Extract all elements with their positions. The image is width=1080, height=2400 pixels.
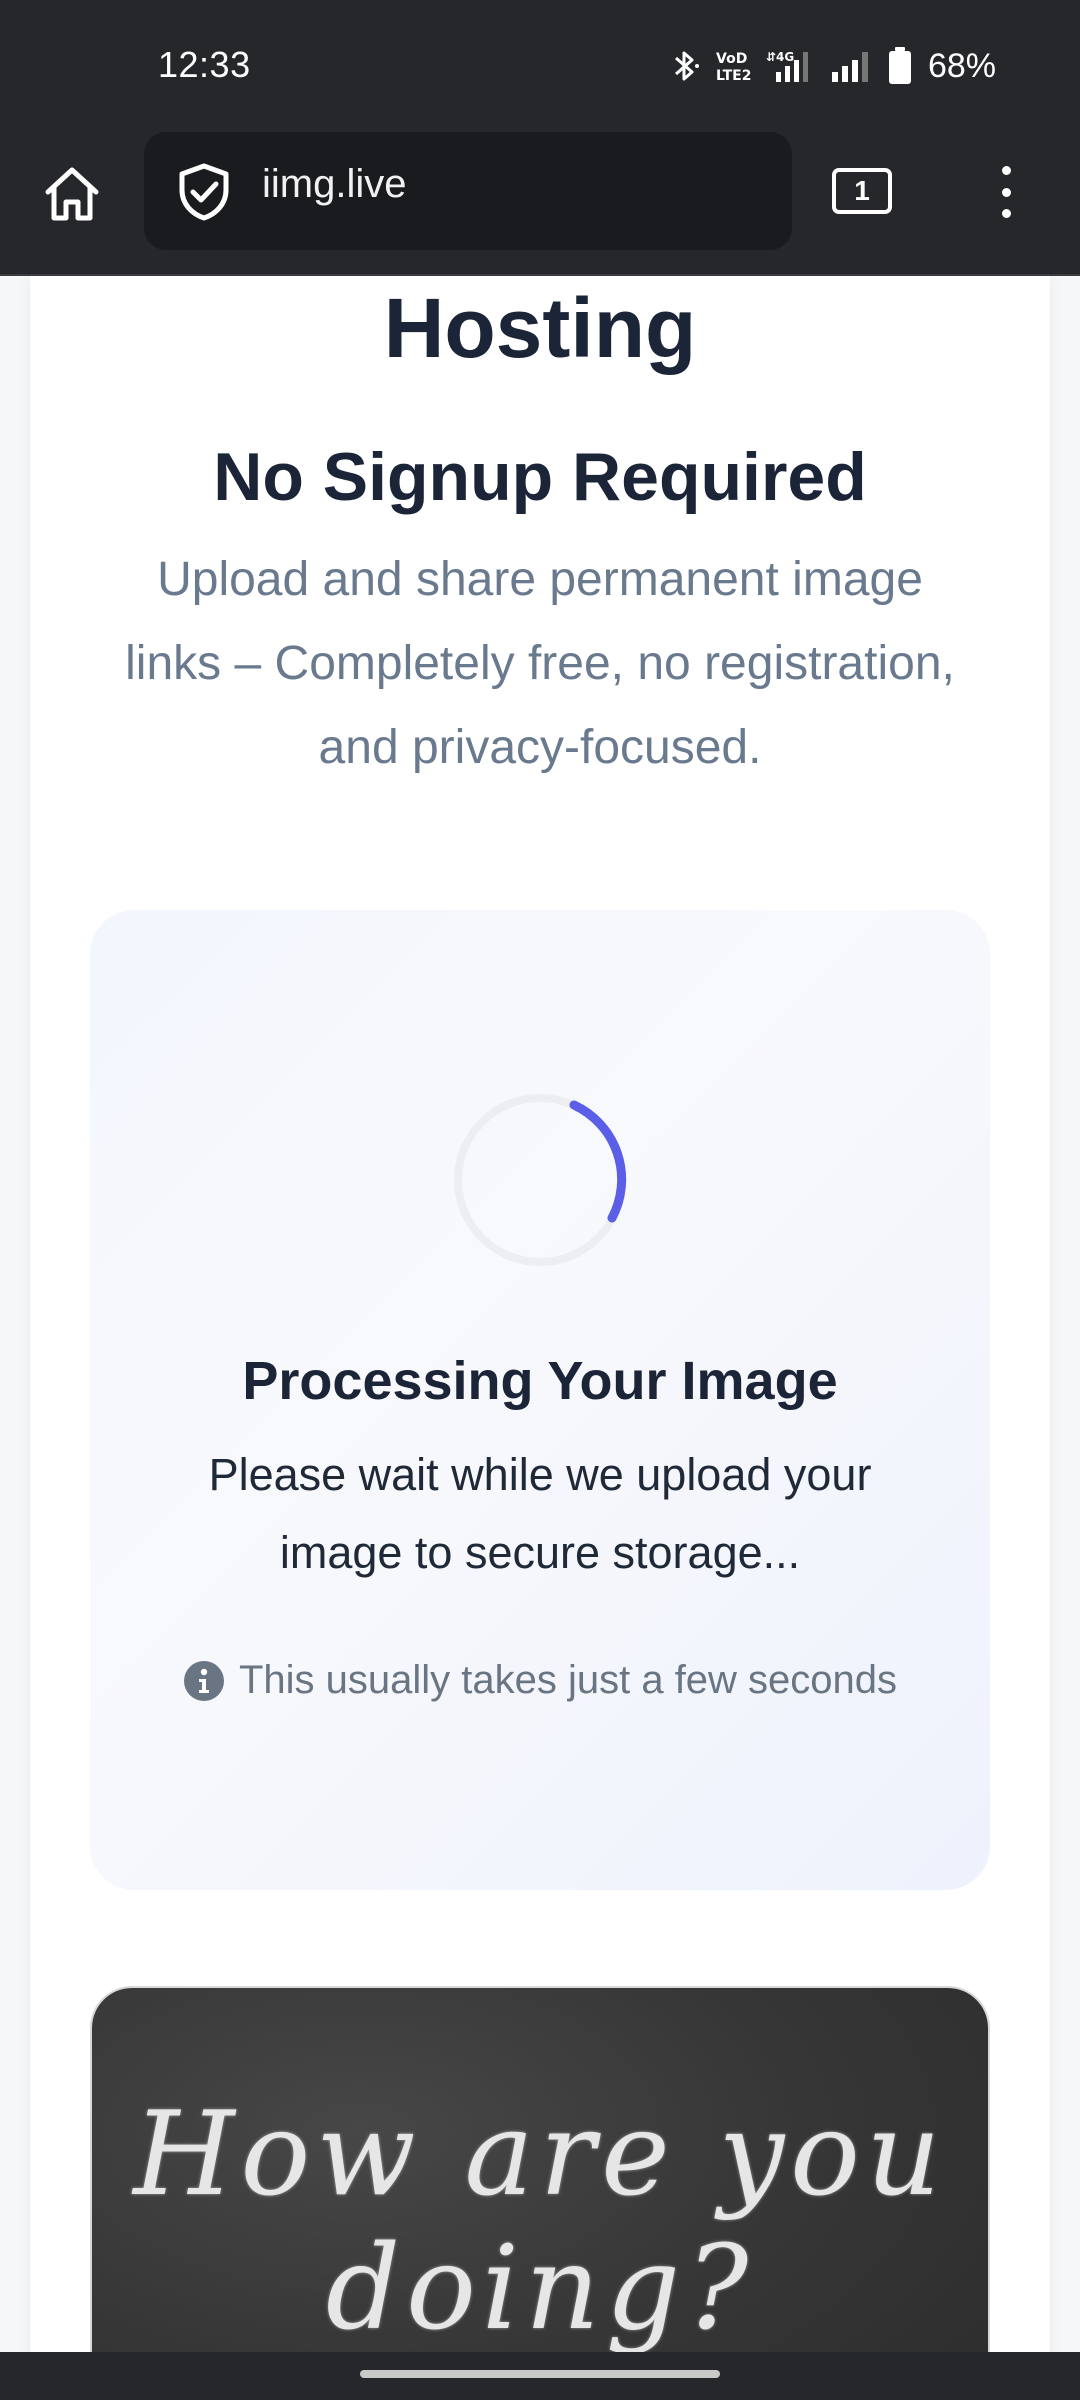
loading-spinner-icon [454, 1094, 627, 1266]
more-vert-icon[interactable] [986, 162, 1026, 222]
bluetooth-icon [670, 48, 700, 84]
web-content: Hosting No Signup Required Upload and sh… [0, 276, 1080, 2352]
address-bar[interactable]: iimg.live [144, 132, 792, 250]
url-text[interactable]: iimg.live [262, 162, 406, 207]
uploaded-image-preview: How are you doing? [92, 1988, 988, 2352]
processing-note-text: This usually takes just a few seconds [238, 1658, 898, 1702]
page-subtitle: No Signup Required [213, 439, 867, 515]
signal-icon [830, 48, 874, 84]
info-icon [183, 1660, 224, 1701]
status-icons: VoD LTE2 ⇵4G 68% [670, 44, 996, 88]
battery-icon [888, 47, 912, 85]
svg-text:⇵4G: ⇵4G [766, 50, 794, 64]
svg-text:VoD: VoD [716, 51, 747, 67]
processing-title: Processing Your Image [242, 1351, 838, 1411]
main-card: Hosting No Signup Required Upload and sh… [30, 276, 1050, 2352]
svg-text:LTE2: LTE2 [716, 68, 751, 84]
status-bar: 12:33 VoD LTE2 ⇵4G 68% [0, 0, 1080, 132]
tab-switcher-button[interactable]: 1 [832, 168, 892, 214]
processing-panel: Processing Your Image Please wait while … [90, 910, 990, 1890]
battery-percent: 68% [927, 46, 996, 85]
processing-message: Please wait while we upload your image t… [208, 1449, 872, 1578]
4g-signal-icon: ⇵4G [766, 48, 816, 84]
image-chalk-text: How are you doing? [133, 2087, 947, 2353]
gesture-handle[interactable] [360, 2370, 720, 2378]
page-tagline: Upload and share permanent image links –… [125, 553, 955, 774]
status-time: 12:33 [158, 44, 251, 85]
home-button[interactable] [36, 158, 108, 230]
system-nav-bar [0, 2352, 1080, 2400]
page-title: Hosting [383, 281, 697, 375]
browser-toolbar: iimg.live 1 [0, 132, 1080, 276]
shield-check-icon[interactable] [174, 162, 234, 222]
home-icon [45, 167, 99, 221]
processing-note: This usually takes just a few seconds [90, 1658, 990, 1703]
volte-icon: VoD LTE2 [714, 48, 752, 84]
